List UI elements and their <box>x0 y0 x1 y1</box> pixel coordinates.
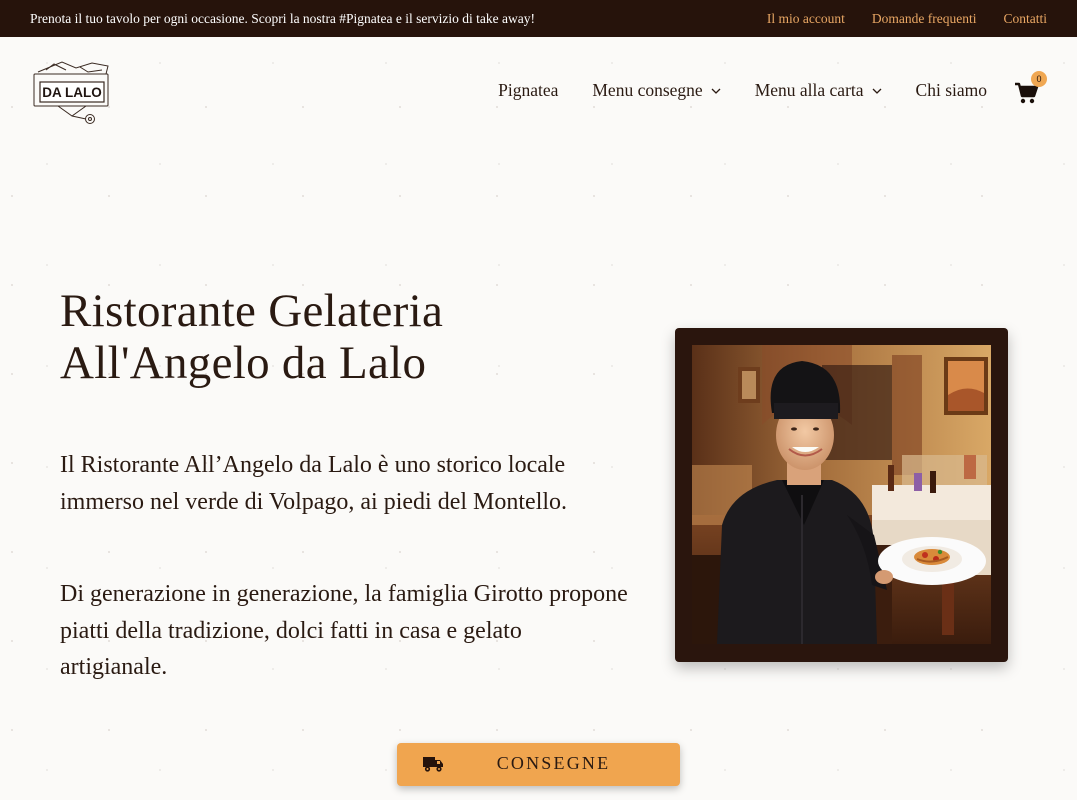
chef-photo-frame <box>675 328 1008 662</box>
deliveries-button-label: CONSEGNE <box>496 753 611 773</box>
cart-count-badge: 0 <box>1031 71 1047 87</box>
nav-item-chi-siamo[interactable]: Chi siamo <box>916 80 987 101</box>
chevron-down-icon <box>872 88 881 94</box>
my-account-link[interactable]: Il mio account <box>767 11 845 27</box>
chevron-down-icon <box>711 88 721 94</box>
nav-item-pignatea[interactable]: Pignatea <box>498 80 558 101</box>
intro-paragraph-2: Di generazione in generazione, la famigl… <box>60 581 628 680</box>
intro-paragraph-1: Il Ristorante All’Angelo da Lalo è uno s… <box>60 452 568 515</box>
page-title: Ristorante Gelateria All'Angelo da Lalo <box>60 285 580 389</box>
deliveries-button[interactable]: CONSEGNE <box>397 743 680 786</box>
nav-item-menu-alla-carta[interactable]: Menu alla carta <box>755 80 882 101</box>
contacts-link[interactable]: Contatti <box>1004 11 1048 27</box>
topbar-links: Il mio account Domande frequenti Contatt… <box>767 11 1047 27</box>
chef-photo <box>692 345 991 644</box>
announcement-text: Prenota il tuo tavolo per ogni occasione… <box>30 10 535 26</box>
logo-da-lalo[interactable]: DA LALO <box>32 60 112 126</box>
nav-label: Menu alla carta <box>754 80 864 100</box>
nav-label: Menu consegne <box>592 80 703 100</box>
nav-item-menu-consegne[interactable]: Menu consegne <box>592 80 721 101</box>
nav-label: Chi siamo <box>915 80 987 100</box>
title-line-1: Ristorante Gelateria <box>60 285 444 337</box>
title-line-2: All'Angelo da Lalo <box>60 337 427 389</box>
nav-label: Pignatea <box>498 80 559 100</box>
top-announcement-bar: Prenota il tuo tavolo per ogni occasione… <box>0 0 1077 37</box>
logo-text: DA LALO <box>42 85 102 100</box>
faq-link[interactable]: Domande frequenti <box>872 11 977 27</box>
main-nav: Pignatea Menu consegne Menu alla carta C… <box>498 80 987 101</box>
